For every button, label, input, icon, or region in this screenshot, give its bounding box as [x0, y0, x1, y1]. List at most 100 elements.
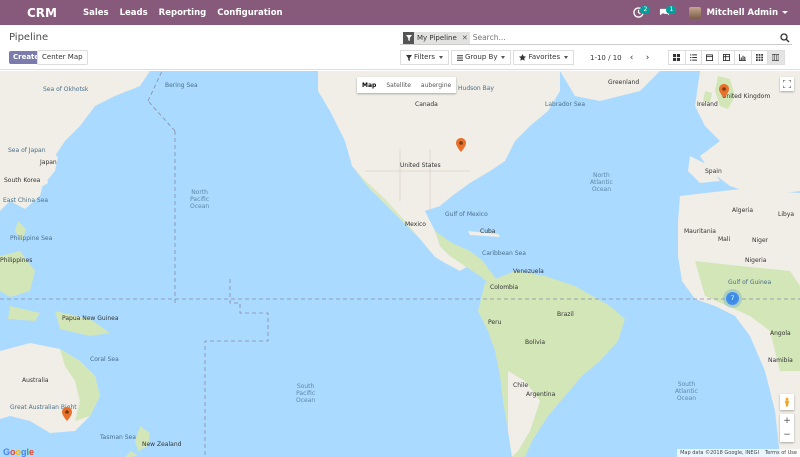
app-brand[interactable]: CRM	[27, 6, 83, 20]
breadcrumb: Pipeline	[9, 32, 49, 43]
map-type-satellite[interactable]: Satellite	[381, 82, 416, 89]
search-input[interactable]	[472, 31, 773, 44]
message-badge: 1	[666, 5, 677, 14]
place-label: Ireland	[697, 101, 718, 108]
star-icon	[519, 54, 527, 61]
cohort-view-button[interactable]	[750, 50, 768, 65]
fullscreen-button[interactable]	[780, 77, 794, 91]
list-view-button[interactable]	[684, 50, 702, 65]
messaging-menu[interactable]: 1	[659, 5, 677, 19]
place-label: Peru	[488, 319, 502, 326]
map-view[interactable]: Map Satellite aubergine North Pacific Ocea…	[0, 71, 800, 457]
place-label: Niger	[752, 237, 769, 244]
place-label: Algeria	[732, 207, 754, 214]
place-label: Caribbean Sea	[482, 250, 526, 257]
map-marker[interactable]	[456, 138, 466, 152]
menu-sales[interactable]: Sales	[83, 8, 109, 18]
chart-icon	[739, 54, 747, 61]
avatar[interactable]	[689, 6, 702, 19]
menu-configuration[interactable]: Configuration	[217, 8, 282, 18]
filters-button[interactable]: Filters	[400, 50, 449, 65]
map-data-text: Map data ©2018 Google, INEGI	[680, 450, 759, 456]
place-label: Gulf of Mexico	[445, 211, 488, 218]
terms-link[interactable]: Terms of Use	[765, 450, 797, 456]
ocean-label-south-pacific: South Pacific Ocean	[296, 383, 316, 404]
ocean-label-north-atlantic: North Atlantic Ocean	[590, 172, 613, 193]
place-label: Mali	[718, 236, 731, 243]
place-label: Spain	[705, 168, 722, 175]
place-label: Greenland	[608, 79, 640, 86]
grid-icon	[755, 54, 763, 61]
place-label: Argentina	[526, 391, 556, 398]
place-label: Cuba	[480, 228, 496, 235]
place-label: Hudson Bay	[458, 85, 494, 92]
chevron-right-icon[interactable]: ›	[642, 52, 654, 64]
place-label: Mexico	[405, 221, 426, 228]
map-type-control: Map Satellite aubergine	[357, 77, 457, 93]
zoom-in-button[interactable]: +	[780, 414, 794, 428]
map-marker[interactable]	[719, 84, 729, 98]
group-by-label: Group By	[464, 53, 498, 61]
place-label: Japan	[40, 159, 57, 166]
close-icon[interactable]: ✕	[460, 34, 470, 42]
place-label: Nigeria	[745, 257, 767, 264]
menu-reporting[interactable]: Reporting	[159, 8, 207, 18]
place-label: Papua New Guinea	[62, 315, 119, 322]
group-by-button[interactable]: Group By	[450, 50, 512, 65]
map-marker[interactable]	[62, 407, 72, 421]
map-icon	[772, 54, 780, 61]
favorites-label: Favorites	[528, 53, 561, 61]
activity-badge: 2	[640, 5, 651, 14]
systray: 2 1 Mitchell Admin	[633, 5, 788, 19]
place-label: Sea of Okhotsk	[43, 86, 89, 93]
place-label: United Kingdom	[722, 93, 771, 100]
facet-label: My Pipeline	[417, 33, 457, 42]
place-label: Libya	[778, 211, 795, 218]
filter-icon	[403, 31, 414, 44]
top-navbar: CRM Sales Leads Reporting Configuration …	[0, 0, 800, 25]
menu-leads[interactable]: Leads	[120, 8, 148, 18]
center-map-button[interactable]: Center Map	[37, 50, 88, 65]
place-label: Sea of Japan	[8, 147, 46, 154]
place-label: Mauritania	[684, 228, 716, 235]
search-icon[interactable]	[780, 32, 790, 43]
zoom-control: + −	[780, 414, 794, 442]
table-icon	[722, 54, 730, 61]
place-label: Brazil	[557, 311, 574, 318]
map-type-aubergine[interactable]: aubergine	[416, 82, 456, 89]
graph-view-button[interactable]	[734, 50, 752, 65]
bars-icon	[456, 54, 463, 61]
ocean-label-south-atlantic: South Atlantic Ocean	[675, 381, 698, 402]
ocean-label-north-pacific: North Pacific Ocean	[190, 189, 210, 210]
filters-label: Filters	[414, 53, 435, 61]
user-name[interactable]: Mitchell Admin	[706, 8, 778, 18]
place-label: Canada	[415, 101, 438, 108]
fullscreen-icon	[783, 80, 791, 88]
chevron-left-icon[interactable]: ‹	[626, 52, 638, 64]
kanban-view-button[interactable]	[668, 50, 686, 65]
pager: 1-10 / 10 ‹ ›	[590, 52, 654, 64]
pivot-view-button[interactable]	[717, 50, 735, 65]
place-label: United States	[400, 162, 441, 169]
place-label: Namibia	[768, 357, 793, 364]
filter-icon	[406, 54, 412, 61]
map-type-map[interactable]: Map	[357, 82, 381, 89]
favorites-button[interactable]: Favorites	[513, 50, 575, 65]
place-label: Colombia	[490, 284, 519, 291]
street-view-button[interactable]	[780, 394, 794, 410]
activity-menu[interactable]: 2	[633, 5, 651, 19]
marker-cluster[interactable]: 7	[726, 292, 739, 305]
place-label: Bolivia	[525, 339, 546, 346]
place-label: Tasman Sea	[100, 434, 136, 441]
zoom-out-button[interactable]: −	[780, 428, 794, 442]
calendar-view-button[interactable]	[701, 50, 719, 65]
search-options: Filters Group By Favorites	[400, 50, 576, 65]
list-icon	[689, 54, 697, 61]
place-label: Venezuela	[513, 268, 544, 275]
place-label: South Korea	[4, 177, 41, 184]
chevron-down-icon	[782, 11, 788, 14]
pager-value[interactable]: 1-10 / 10	[590, 54, 622, 62]
place-label: New Zealand	[142, 441, 182, 448]
control-panel: Pipeline Create Center Map My Pipeline ✕…	[0, 25, 800, 70]
map-view-button[interactable]	[767, 50, 785, 65]
